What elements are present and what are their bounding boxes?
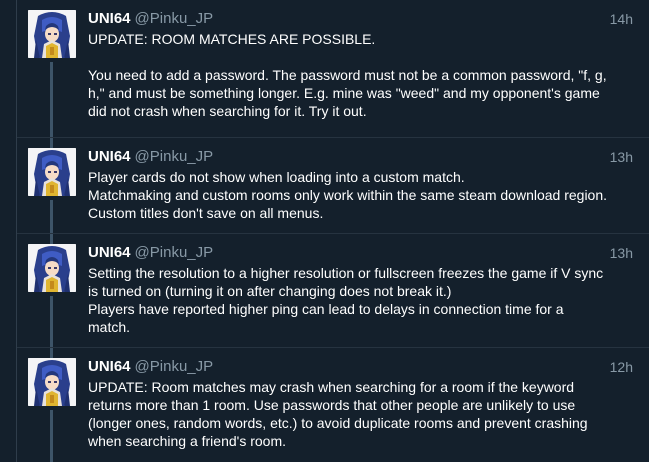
tweet[interactable]: UNI64 @Pinku_JP 13h Player cards do not s… <box>0 138 649 234</box>
user-handle[interactable]: @Pinku_JP <box>135 244 214 261</box>
timestamp[interactable]: 13h <box>610 148 633 166</box>
display-name[interactable]: UNI64 <box>88 358 131 375</box>
tweet-text-line: UPDATE: Room matches may crash when sear… <box>88 379 575 395</box>
avatar-image <box>28 10 76 58</box>
tweet-text-line: You need to add a password. The password… <box>88 67 607 83</box>
tweet-text: Setting the resolution to a higher resol… <box>88 264 622 336</box>
thread-connector-line <box>50 234 53 244</box>
tweet-header: UNI64 @Pinku_JP 13h <box>88 244 633 262</box>
tweet-header: UNI64 @Pinku_JP 13h <box>88 148 633 166</box>
avatar[interactable] <box>28 10 76 58</box>
avatar[interactable] <box>28 244 76 292</box>
timestamp[interactable]: 12h <box>610 358 633 376</box>
tweet-text: UPDATE: ROOM MATCHES ARE POSSIBLE. You n… <box>88 30 622 120</box>
tweet-text-line: UPDATE: ROOM MATCHES ARE POSSIBLE. <box>88 31 376 47</box>
avatar[interactable] <box>28 358 76 406</box>
tweet-text-line: Players have reported higher ping can le… <box>88 301 564 317</box>
tweet-text-line: (longer ones, random words, etc.) to avo… <box>88 415 588 431</box>
tweet-text: UPDATE: Room matches may crash when sear… <box>88 378 622 450</box>
tweet-text-line: Player cards do not show when loading in… <box>88 169 465 185</box>
avatar-image <box>28 358 76 406</box>
tweet-header: UNI64 @Pinku_JP 12h <box>88 358 633 376</box>
thread-connector-line <box>50 138 53 148</box>
thread-connector-line <box>50 200 53 234</box>
tweet[interactable]: UNI64 @Pinku_JP 14h UPDATE: ROOM MATCHES … <box>0 0 649 138</box>
tweet-header: UNI64 @Pinku_JP 14h <box>88 10 633 28</box>
tweet[interactable]: UNI64 @Pinku_JP 13h Setting the resolutio… <box>0 234 649 348</box>
thread-connector-line <box>50 410 53 462</box>
avatar-image <box>28 148 76 196</box>
user-handle[interactable]: @Pinku_JP <box>135 148 214 165</box>
tweet-text: Player cards do not show when loading in… <box>88 168 622 222</box>
tweet-text-line: h," and must be something longer. E.g. m… <box>88 85 600 101</box>
user-handle[interactable]: @Pinku_JP <box>135 358 214 375</box>
tweet-thread: UNI64 @Pinku_JP 14h UPDATE: ROOM MATCHES … <box>0 0 649 462</box>
paragraph-break <box>88 48 622 66</box>
tweet-text-line: did not crash when searching for it. Try… <box>88 103 367 119</box>
tweet-text-line: match. <box>88 319 131 335</box>
timestamp[interactable]: 13h <box>610 244 633 262</box>
tweet-text-line: returns more than 1 room. Use passwords … <box>88 397 576 413</box>
tweet-text-line: is turned on (turning it on after changi… <box>88 283 452 299</box>
thread-connector-line <box>50 296 53 348</box>
thread-connector-line <box>50 62 53 138</box>
tweet[interactable]: UNI64 @Pinku_JP 12h UPDATE: Room matches … <box>0 348 649 462</box>
display-name[interactable]: UNI64 <box>88 10 131 27</box>
display-name[interactable]: UNI64 <box>88 148 131 165</box>
user-handle[interactable]: @Pinku_JP <box>135 10 214 27</box>
thread-connector-line <box>50 348 53 358</box>
timestamp[interactable]: 14h <box>610 10 633 28</box>
tweet-text-line: when searching a friend's room. <box>88 433 286 449</box>
tweet-text-line: Matchmaking and custom rooms only work w… <box>88 187 608 203</box>
avatar[interactable] <box>28 148 76 196</box>
tweet-text-line: Setting the resolution to a higher resol… <box>88 265 604 281</box>
display-name[interactable]: UNI64 <box>88 244 131 261</box>
tweet-text-line: Custom titles don't save on all menus. <box>88 205 324 221</box>
tweet-thread-page: UNI64 @Pinku_JP 14h UPDATE: ROOM MATCHES … <box>0 0 649 462</box>
avatar-image <box>28 244 76 292</box>
